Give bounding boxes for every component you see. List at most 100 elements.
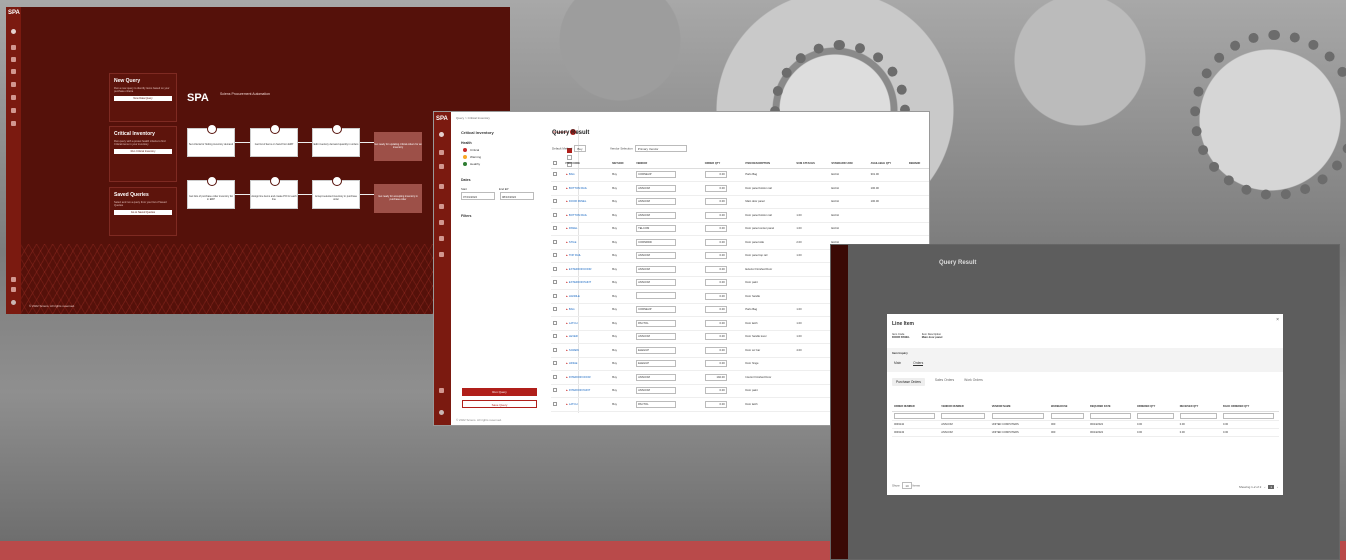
order-qty-cell[interactable]: 0.00: [702, 303, 744, 317]
vendor-cell[interactable]: ANSCOM: [634, 208, 703, 223]
table-row[interactable]: ▲ PANEL Buy TELCOM 0.00 Door panel center pa…: [551, 222, 929, 236]
method-cell[interactable]: Buy: [610, 222, 635, 236]
vendor-cell[interactable]: ANSCOM: [634, 370, 703, 385]
order-qty-input[interactable]: 0.00: [704, 387, 727, 395]
table-row[interactable]: ▲ BOTTOM RAIL Buy ANSCOM 0.00 Door panel bot…: [551, 208, 929, 223]
order-qty-input[interactable]: 0.00: [704, 171, 727, 179]
vendor-input[interactable]: ANSCOM: [636, 333, 677, 341]
user-icon[interactable]: [11, 29, 16, 34]
order-qty-input[interactable]: 0.00: [704, 238, 727, 246]
table-row[interactable]: ▲ DOOR PANEL Buy ANSCOM 0.00 Main door panel…: [551, 195, 929, 209]
vendor-cell[interactable]: ANSCOM: [634, 262, 703, 277]
next-icon[interactable]: ›: [1277, 485, 1278, 489]
method-cell[interactable]: Buy: [610, 276, 635, 290]
item-code[interactable]: BAG: [569, 173, 575, 176]
column-header[interactable]: ITEM DESCRIPTION: [743, 159, 795, 169]
help-icon[interactable]: [11, 277, 16, 282]
info-icon[interactable]: [11, 287, 16, 292]
vendor-input[interactable]: ANSCOM: [636, 387, 677, 395]
gear-icon[interactable]: [11, 95, 16, 100]
vendor-input[interactable]: ANSCOM: [636, 279, 677, 287]
help-icon[interactable]: [439, 388, 444, 393]
home-icon[interactable]: [439, 150, 444, 155]
item-code-cell[interactable]: ▲ LATCH: [563, 397, 611, 412]
filter-input[interactable]: [1136, 412, 1174, 419]
order-qty-cell[interactable]: 0.00: [702, 343, 744, 358]
item-code[interactable]: LEVER: [569, 335, 578, 338]
order-qty-input[interactable]: 0.00: [704, 225, 727, 233]
critical-inventory-button[interactable]: Run Critical Inventory: [114, 149, 172, 155]
method-cell[interactable]: Buy: [610, 343, 635, 358]
vendor-input[interactable]: ANSCOM: [636, 198, 677, 206]
vendor-cell[interactable]: TELCOM: [634, 222, 703, 236]
vendor-cell[interactable]: [634, 289, 703, 304]
column-header[interactable]: AVAILABLE QTY: [868, 159, 907, 169]
order-qty-input[interactable]: 0.00: [704, 252, 727, 260]
tab-main[interactable]: Main: [894, 361, 901, 366]
vendor-cell[interactable]: ANSCOM: [634, 181, 703, 196]
method-cell[interactable]: Buy: [610, 303, 635, 317]
row-checkbox[interactable]: [551, 262, 564, 277]
order-qty-input[interactable]: 0.00: [704, 265, 727, 273]
order-qty-cell[interactable]: 0.00: [702, 249, 744, 263]
close-icon[interactable]: ×: [1276, 317, 1279, 323]
order-qty-cell[interactable]: 0.00: [702, 222, 744, 236]
row-checkbox[interactable]: [551, 168, 564, 182]
start-date-input[interactable]: 07/01/2022: [461, 192, 495, 200]
vendor-cell[interactable]: CORNEUP: [634, 303, 703, 317]
save-query-button[interactable]: Save Query: [462, 400, 537, 408]
cart-icon[interactable]: [439, 204, 444, 209]
item-code[interactable]: STILE: [569, 241, 576, 244]
column-header[interactable]: ORDERED QTY: [1134, 402, 1178, 412]
item-code[interactable]: EXTERIOR DOOR: [569, 268, 592, 271]
item-code-cell[interactable]: ▲ EXTERIOR PAINT: [563, 276, 611, 290]
vendor-input[interactable]: CORNRDD: [636, 238, 677, 246]
method-cell[interactable]: Buy: [610, 168, 635, 182]
item-code[interactable]: HINGE: [569, 362, 578, 365]
filter-input[interactable]: [941, 412, 986, 419]
vendor-cell[interactable]: ANSCOM: [634, 276, 703, 290]
calendar-icon[interactable]: [439, 164, 444, 169]
item-code[interactable]: BOTTOM RAIL: [569, 187, 587, 190]
row-checkbox[interactable]: [551, 343, 564, 358]
order-qty-cell[interactable]: 0.00: [702, 235, 744, 250]
row-checkbox[interactable]: [551, 222, 564, 236]
default-method-select[interactable]: Buy: [574, 145, 586, 152]
filter-input[interactable]: [1051, 412, 1085, 419]
alert-icon[interactable]: [439, 184, 444, 189]
method-cell[interactable]: Buy: [610, 330, 635, 344]
vendor-input[interactable]: ANSCOM: [636, 184, 677, 192]
item-code-cell[interactable]: ▲ INTERIOR PAINT: [563, 384, 611, 398]
row-checkbox[interactable]: [551, 397, 564, 412]
network-icon[interactable]: [439, 236, 444, 241]
settings-icon[interactable]: [11, 121, 16, 126]
order-qty-cell[interactable]: 0.00: [702, 289, 744, 304]
filter-input[interactable]: [991, 412, 1045, 419]
vendor-input[interactable]: CORNEUP: [636, 306, 677, 314]
avatar[interactable]: [439, 410, 444, 415]
method-cell[interactable]: Buy: [610, 316, 635, 331]
column-header[interactable]: ORDER NUMBER: [892, 402, 940, 412]
order-qty-input[interactable]: 0.00: [704, 360, 727, 368]
method-cell[interactable]: Buy: [610, 357, 635, 371]
run-query-button[interactable]: Run Query: [462, 388, 537, 396]
order-qty-input[interactable]: 0.00: [704, 279, 727, 287]
filter-input[interactable]: [1223, 412, 1275, 419]
end-date-input[interactable]: 08/16/2022: [500, 192, 534, 200]
column-header[interactable]: REQUIRED DATE: [1088, 402, 1135, 412]
row-checkbox[interactable]: [551, 181, 564, 196]
tab-orders[interactable]: Orders: [913, 361, 924, 366]
saved-queries-button[interactable]: Go to Saved Queries: [114, 210, 172, 216]
column-header[interactable]: ITEM CODE: [563, 159, 611, 169]
item-code-cell[interactable]: ▲ LATCH: [563, 316, 611, 331]
item-code-cell[interactable]: ▲ BOTTOM RAIL: [563, 181, 611, 196]
prev-icon[interactable]: ‹: [1264, 485, 1265, 489]
method-cell[interactable]: Buy: [610, 249, 635, 263]
network-icon[interactable]: [11, 108, 16, 113]
vendor-input[interactable]: ELEGUP: [636, 360, 677, 368]
cart-icon[interactable]: [11, 82, 16, 87]
vendor-input[interactable]: PACTOL: [636, 319, 677, 327]
table-row[interactable]: ▲ BAG Buy CORNEUP 0.00 Parts Bag EACH 301.00: [551, 168, 929, 182]
column-header[interactable]: METHOD: [610, 159, 635, 169]
vendor-input[interactable]: [636, 292, 677, 300]
